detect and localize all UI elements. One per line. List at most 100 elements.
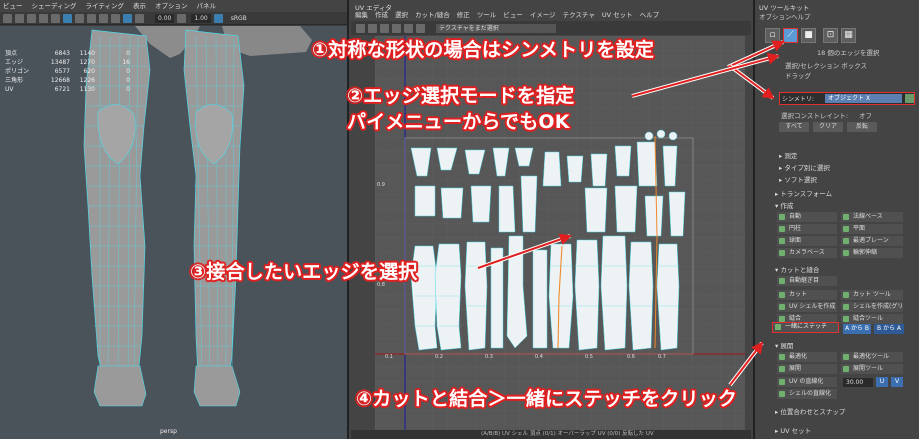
menu-image[interactable]: イメージ (530, 10, 556, 21)
cut-button[interactable]: カット (777, 290, 837, 300)
menu-panels[interactable]: パネル (197, 0, 217, 12)
exposure-icon[interactable] (135, 13, 144, 23)
axis-tick-label: 0.3 (485, 354, 493, 360)
select-all-button[interactable]: すべて (779, 122, 809, 132)
selection-count: 18 個のエッジを選択 (817, 49, 880, 57)
b-to-a-button[interactable]: B から A (874, 324, 904, 334)
menu-modify[interactable]: 修正 (457, 10, 470, 21)
symmetry-dropdown[interactable]: オブジェクト X (825, 94, 902, 103)
hud-row: UV 6721 1130 0 (5, 86, 130, 93)
section-soft-select[interactable]: ▸ ソフト選択 (779, 174, 817, 184)
image-plane-icon[interactable] (27, 13, 36, 23)
unfold-button[interactable]: 展開 (777, 364, 837, 374)
menu-options[interactable]: オプション (155, 0, 188, 12)
shaded-icon[interactable] (368, 23, 377, 33)
stitch-together-button[interactable]: 一緒にステッチ (772, 322, 839, 333)
colorspace-field[interactable]: sRGB (227, 13, 250, 23)
uv-borders-icon[interactable] (404, 23, 413, 33)
shell-mode-icon[interactable]: ▦ (841, 28, 856, 43)
create-best-plane[interactable]: 最適プレーン (841, 236, 903, 246)
menu-select[interactable]: 選択 (395, 10, 408, 21)
menu-lighting[interactable]: ライティング (86, 0, 124, 12)
section-select-by-type[interactable]: ▸ タイプ別に選択 (779, 162, 830, 172)
create-automatic[interactable]: 自動 (777, 212, 837, 222)
constraint-value[interactable]: オフ (859, 110, 872, 120)
color-management-icon[interactable] (213, 13, 223, 23)
textured-icon[interactable] (75, 13, 84, 23)
section-transform[interactable]: ▸ トランスフォーム (775, 188, 832, 198)
grid-icon[interactable] (39, 13, 48, 23)
distortion-icon[interactable] (380, 23, 389, 33)
isolate-icon[interactable] (123, 13, 132, 23)
display-icon[interactable] (356, 23, 365, 33)
section-cut-sew[interactable]: ▾ カットと縫合 (775, 264, 819, 274)
exposure-field[interactable]: 0.00 (155, 13, 175, 23)
xray-icon[interactable] (111, 13, 120, 23)
section-unfold[interactable]: ▾ 展開 (775, 340, 793, 350)
create-normal-based[interactable]: 法線ベース (841, 212, 903, 222)
menu-shading[interactable]: シェーディング (32, 0, 77, 12)
clear-selection-button[interactable]: クリア (813, 122, 843, 132)
smooth-shade-icon[interactable] (63, 13, 72, 23)
menu-help[interactable]: ヘルプ (640, 10, 660, 21)
invert-selection-button[interactable]: 反転 (847, 122, 877, 132)
optimize-tool-button[interactable]: 最適化ツール (841, 352, 903, 362)
wireframe-icon[interactable] (51, 13, 60, 23)
section-align-snap[interactable]: ▸ 位置合わせとスナップ (775, 406, 845, 416)
create-uv-shell-button[interactable]: UV シェルを作成 (777, 302, 837, 312)
menu-create[interactable]: 作成 (375, 10, 388, 21)
menu-textures[interactable]: テクスチャ (563, 10, 595, 21)
camera-icon[interactable] (3, 13, 12, 23)
toolkit-menu-help[interactable]: ヘルプ (791, 11, 811, 21)
section-measure[interactable]: ▸ 測定 (779, 150, 797, 160)
unfold-tool-button[interactable]: 展開ツール (841, 364, 903, 374)
annotation-step-2: ②エッジ選択モードを指定 (347, 85, 575, 107)
toolkit-menu-options[interactable]: オプション (759, 11, 792, 21)
menu-show[interactable]: 表示 (133, 0, 146, 12)
symmetry-toggle-button[interactable] (905, 94, 914, 103)
auto-seams-button[interactable]: 自動継ぎ目 (777, 276, 837, 286)
filter-icon[interactable] (416, 23, 425, 33)
create-cylindrical[interactable]: 円柱 (777, 224, 837, 234)
create-camera-based[interactable]: カメラベース (777, 248, 837, 258)
u-button[interactable]: U (876, 377, 888, 387)
option-selection-box[interactable]: 選択/セレクション ボックス (785, 60, 867, 70)
create-contour-stretch[interactable]: 輪郭伸縮 (841, 248, 903, 258)
shadows-icon[interactable] (99, 13, 108, 23)
straighten-uv-button[interactable]: UV の直線化 (777, 377, 837, 387)
texture-select-field[interactable]: テクスチャをまだ選択 (436, 23, 556, 33)
checker-icon[interactable] (392, 23, 401, 33)
vertex-mode-icon[interactable]: ▫ (765, 28, 780, 43)
annotation-step-2-note: パイメニューからでもOK (347, 111, 570, 133)
sew-tool-button[interactable]: 縫合ツール (841, 314, 903, 324)
menu-cut-sew[interactable]: カット/縫合 (415, 10, 450, 21)
perspective-viewport[interactable]: 頂点 6843 1140 0 エッジ 13487 1270 16 ポリゴン 6577 620 0 … (0, 26, 347, 439)
gamma-field[interactable]: 1.00 (191, 13, 211, 23)
a-to-b-button[interactable]: A から B (843, 324, 871, 334)
menu-uv-view[interactable]: ビュー (503, 10, 523, 21)
section-create[interactable]: ▾ 作成 (775, 200, 793, 210)
lights-icon[interactable] (87, 13, 96, 23)
menu-uv-sets[interactable]: UV セット (602, 10, 633, 21)
optimize-button[interactable]: 最適化 (777, 352, 837, 362)
straighten-shell-button[interactable]: シェルの直線化 (777, 389, 837, 399)
create-planar[interactable]: 平面 (841, 224, 903, 234)
create-shell-grid-button[interactable]: シェルを作成(グリッド) (841, 302, 903, 312)
option-drag[interactable]: ドラッグ (785, 70, 811, 80)
viewport-menubar: ビュー シェーディング ライティング 表示 オプション パネル (0, 0, 347, 12)
edge-mode-icon[interactable]: ⟋ (783, 28, 798, 43)
uv-editor-panel: UV エディタ 編集 作成 選択 カット/縫合 修正 ツール ビュー イメージ … (351, 0, 751, 439)
bookmark-icon[interactable] (15, 13, 24, 23)
menu-tools[interactable]: ツール (477, 10, 497, 21)
menu-view[interactable]: ビュー (3, 0, 23, 12)
gamma-icon[interactable] (177, 13, 187, 23)
section-uv-sets[interactable]: ▸ UV セット (775, 425, 811, 435)
face-mode-icon[interactable]: ■ (801, 28, 816, 43)
cut-tool-button[interactable]: カット ツール (841, 290, 903, 300)
v-button[interactable]: V (891, 377, 903, 387)
axis-tick-label: 0.4 (535, 354, 543, 360)
menu-edit[interactable]: 編集 (355, 10, 368, 21)
create-spherical[interactable]: 球面 (777, 236, 837, 246)
uv-mode-icon[interactable]: ⊡ (823, 28, 838, 43)
straighten-angle-field[interactable]: 30.00 (843, 378, 873, 387)
